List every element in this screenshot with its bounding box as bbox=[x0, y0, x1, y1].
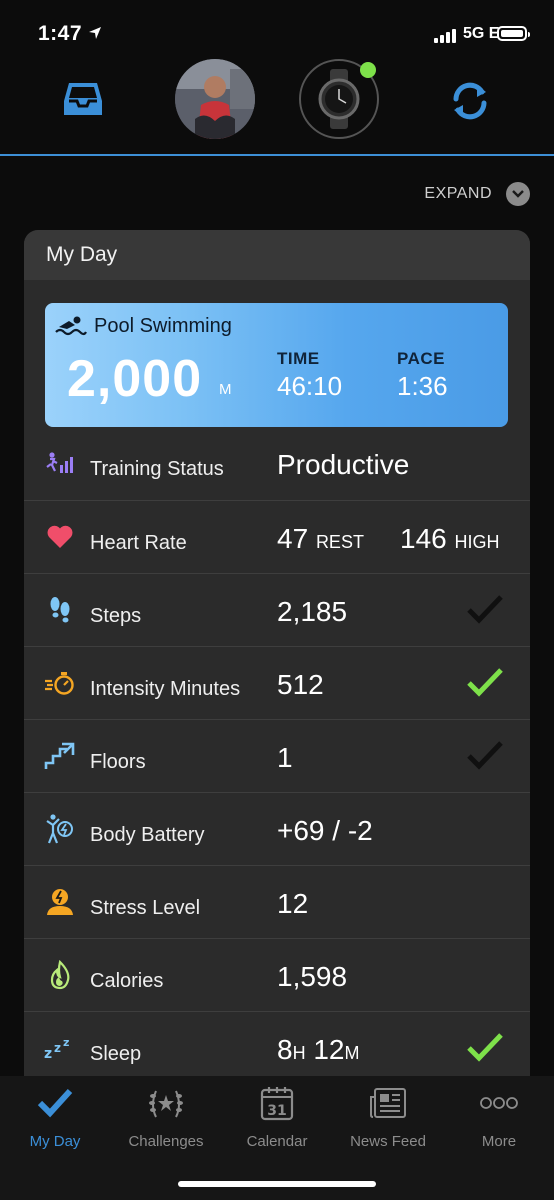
time-value: 46:10 bbox=[277, 371, 343, 401]
row-value: 2,185 bbox=[277, 596, 348, 627]
status-time: 1:47 bbox=[38, 22, 83, 45]
expand-button[interactable]: EXPAND bbox=[424, 182, 530, 206]
activity-distance-unit: M bbox=[219, 381, 232, 398]
row-value: 12 bbox=[277, 888, 309, 919]
row-label: Calories bbox=[90, 970, 164, 992]
row-label: Training Status bbox=[90, 458, 224, 480]
avatar[interactable] bbox=[175, 59, 255, 139]
tab-challenges[interactable]: Challenges bbox=[111, 1084, 221, 1150]
svg-text:z: z bbox=[54, 1041, 61, 1055]
svg-text:z: z bbox=[44, 1046, 52, 1060]
pace-label: PACE bbox=[397, 349, 445, 368]
newspaper-icon bbox=[333, 1084, 443, 1122]
tab-news-feed[interactable]: News Feed bbox=[333, 1084, 443, 1150]
location-arrow-icon bbox=[89, 27, 101, 39]
chevron-down-icon bbox=[506, 182, 530, 206]
resting-hr: 47 REST bbox=[277, 523, 364, 554]
more-dots-icon bbox=[444, 1084, 554, 1122]
device-connected-indicator bbox=[360, 62, 376, 78]
row-body-battery[interactable]: Body Battery +69 / -2 bbox=[24, 792, 530, 866]
home-indicator[interactable] bbox=[178, 1181, 376, 1187]
goal-check-icon bbox=[467, 595, 503, 624]
row-label: Steps bbox=[90, 605, 142, 627]
calendar-icon: 31 bbox=[222, 1084, 332, 1122]
row-calories[interactable]: Calories 1,598 bbox=[24, 938, 530, 1012]
row-label: Body Battery bbox=[90, 824, 205, 846]
tab-label: Challenges bbox=[128, 1133, 204, 1150]
footprints-icon bbox=[44, 594, 76, 626]
row-value: 512 bbox=[277, 669, 324, 700]
tab-more[interactable]: More bbox=[444, 1084, 554, 1150]
goal-check-icon bbox=[467, 741, 503, 770]
tab-label: My Day bbox=[29, 1133, 81, 1150]
row-training-status[interactable]: Training Status Productive bbox=[24, 427, 530, 500]
svg-text:z: z bbox=[63, 1036, 69, 1049]
row-label: Stress Level bbox=[90, 897, 201, 919]
battery-icon bbox=[497, 26, 530, 41]
tab-label: Calendar bbox=[246, 1133, 308, 1150]
body-battery-icon bbox=[44, 813, 76, 845]
activity-distance: 2,000 bbox=[67, 350, 203, 408]
pace-value: 1:36 bbox=[397, 371, 448, 401]
sync-icon[interactable] bbox=[448, 80, 492, 122]
row-label: Heart Rate bbox=[90, 532, 187, 554]
time-label: TIME bbox=[277, 349, 320, 368]
tab-calendar[interactable]: 31 Calendar bbox=[222, 1084, 332, 1150]
stairs-icon bbox=[44, 740, 76, 772]
tab-label: News Feed bbox=[350, 1133, 426, 1150]
avatar-photo bbox=[175, 59, 255, 139]
row-value: 1,598 bbox=[277, 961, 348, 992]
row-floors[interactable]: Floors 1 bbox=[24, 719, 530, 793]
sleep-icon: z z z bbox=[44, 1032, 76, 1064]
stopwatch-icon bbox=[44, 667, 76, 699]
row-sleep[interactable]: z z z Sleep 8H 12M bbox=[24, 1011, 530, 1085]
signal-icon bbox=[434, 29, 456, 43]
training-status-icon bbox=[44, 447, 76, 479]
checkmark-icon bbox=[0, 1084, 110, 1122]
row-label: Floors bbox=[90, 751, 146, 773]
network-type: 5G E bbox=[463, 25, 500, 42]
tab-my-day[interactable]: My Day bbox=[0, 1084, 110, 1150]
swim-icon bbox=[55, 316, 87, 336]
activity-summary[interactable]: Pool Swimming 2,000 M TIME 46:10 PACE 1:… bbox=[45, 303, 508, 427]
calendar-day: 31 bbox=[267, 1103, 286, 1119]
row-value: Productive bbox=[277, 449, 410, 480]
goal-check-icon bbox=[467, 668, 503, 697]
activity-name: Pool Swimming bbox=[94, 315, 232, 337]
my-day-card: My Day Pool Swimming 2,000 M TIME 46:10 … bbox=[24, 230, 530, 1090]
stress-icon bbox=[44, 886, 76, 918]
tab-label: More bbox=[481, 1133, 517, 1150]
row-stress-level[interactable]: Stress Level 12 bbox=[24, 865, 530, 939]
row-value: 1 bbox=[277, 742, 293, 773]
status-bar: 1:47 5G E bbox=[0, 0, 554, 60]
row-value: +69 / -2 bbox=[277, 815, 373, 846]
row-steps[interactable]: Steps 2,185 bbox=[24, 573, 530, 647]
top-nav bbox=[0, 55, 554, 155]
high-hr: 146 HIGH bbox=[400, 523, 500, 554]
expand-label: EXPAND bbox=[424, 185, 492, 202]
row-label: Sleep bbox=[90, 1043, 142, 1065]
sleep-duration: 8H 12M bbox=[277, 1034, 360, 1065]
card-title: My Day bbox=[24, 230, 530, 280]
goal-check-icon bbox=[467, 1033, 503, 1062]
inbox-icon[interactable] bbox=[63, 81, 103, 117]
row-intensity-minutes[interactable]: Intensity Minutes 512 bbox=[24, 646, 530, 720]
laurel-icon bbox=[111, 1084, 221, 1122]
row-heart-rate[interactable]: Heart Rate 47 REST 146 HIGH bbox=[24, 500, 530, 574]
heart-icon bbox=[44, 521, 76, 553]
flame-icon bbox=[44, 959, 76, 991]
nav-divider bbox=[0, 154, 554, 156]
row-label: Intensity Minutes bbox=[90, 678, 241, 700]
